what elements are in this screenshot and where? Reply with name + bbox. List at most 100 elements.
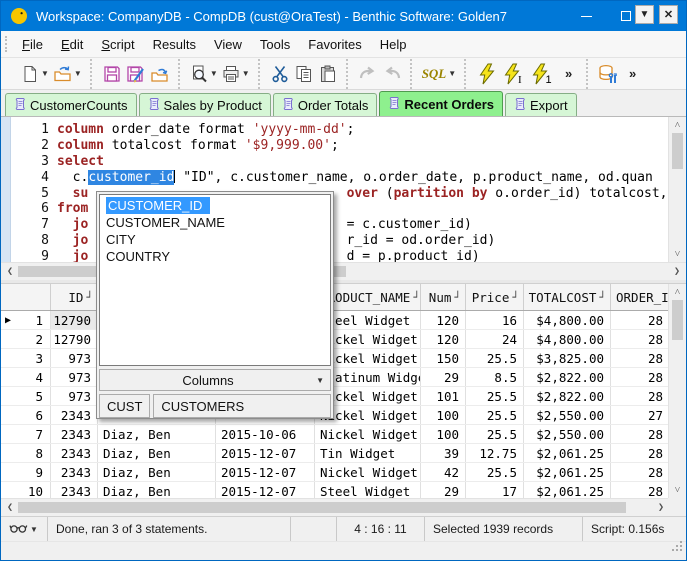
grid-cell[interactable]: Tin Widget [315,444,421,462]
menu-script[interactable]: Script [92,33,143,56]
grid-cell[interactable]: 2343 [51,406,98,424]
minimize-button[interactable] [566,1,606,31]
scroll-thumb[interactable] [672,300,683,340]
grid-cell[interactable]: 28 [611,349,670,367]
autocomplete-item[interactable]: COUNTRY [100,248,330,265]
grid-cell[interactable]: $3,825.00 [524,349,611,367]
menu-results[interactable]: Results [144,33,205,56]
grid-cell[interactable]: 101 [421,387,466,405]
scroll-left-icon[interactable]: ❮ [3,499,17,516]
scroll-right-icon[interactable]: ❯ [670,263,684,280]
run-script-button[interactable] [474,60,500,88]
grid-cell[interactable]: 12790 [51,330,98,348]
tab-list-dropdown-button[interactable]: ▼ [635,5,654,24]
status-watch-dropdown[interactable]: ▼ [1,517,47,541]
grid-cell[interactable]: 25.5 [466,463,524,481]
row-selector-cell[interactable]: 5 [1,387,51,405]
row-selector-cell[interactable]: 4 [1,368,51,386]
autocomplete-item[interactable]: CITY [100,231,330,248]
menu-edit[interactable]: Edit [52,33,92,56]
scroll-up-icon[interactable]: ˄ [669,285,686,299]
print-preview-button[interactable]: ▼ [188,60,220,88]
save-as-button[interactable] [124,60,148,88]
table-row[interactable]: 9 2343 Diaz, Ben 2015-12-07 Nickel Widget 42 2… [1,463,670,482]
save-button[interactable] [100,60,124,88]
row-selector-cell[interactable]: 7 [1,425,51,443]
scroll-left-icon[interactable]: ❮ [3,263,17,280]
autocomplete-list[interactable]: CUSTOMER_ID CUSTOMER_NAME CITY COUNTRY [99,194,331,366]
grid-cell[interactable]: 28 [611,387,670,405]
grid-cell[interactable]: 24 [466,330,524,348]
grid-cell[interactable]: 973 [51,387,98,405]
menu-view[interactable]: View [205,33,251,56]
grid-cell[interactable]: 29 [421,368,466,386]
grid-cell[interactable]: 2343 [51,463,98,481]
grid-cell[interactable]: Diaz, Ben [98,444,216,462]
editor-vertical-scrollbar[interactable]: ˄ ˅ [668,117,686,262]
grid-cell[interactable]: 8.5 [466,368,524,386]
row-selector-cell[interactable]: 9 [1,463,51,481]
grid-column-header[interactable]: Price ┘ [466,284,524,310]
db-tools-button[interactable] [596,60,620,88]
autocomplete-item[interactable]: CUSTOMER_NAME [100,214,330,231]
revert-button[interactable] [148,60,172,88]
grid-cell[interactable]: 39 [421,444,466,462]
grid-cell[interactable]: 28 [611,444,670,462]
scroll-down-icon[interactable]: ˅ [669,483,686,497]
toolbar-overflow-2-button[interactable]: » [620,60,644,88]
grid-cell[interactable]: 100 [421,406,466,424]
grid-cell[interactable]: $2,822.00 [524,387,611,405]
tab-order-totals[interactable]: Order Totals [272,93,378,116]
menu-favorites[interactable]: Favorites [299,33,370,56]
grid-cell[interactable]: 120 [421,311,466,329]
grid-cell[interactable]: 28 [611,311,670,329]
grid-cell[interactable]: 100 [421,425,466,443]
grid-cell[interactable]: 2343 [51,425,98,443]
grid-vertical-scrollbar[interactable]: ˄ ˅ [668,284,686,498]
copy-button[interactable] [292,60,316,88]
scroll-right-icon[interactable]: ❯ [654,499,668,516]
grid-cell[interactable]: 2015-12-07 [216,463,315,481]
grid-cell[interactable]: 28 [611,425,670,443]
autocomplete-category-dropdown[interactable]: Columns ▼ [99,369,331,391]
run-statement-button[interactable]: I [500,60,528,88]
grid-cell[interactable]: $4,800.00 [524,311,611,329]
redo-button[interactable] [356,60,380,88]
grid-cell[interactable]: 973 [51,349,98,367]
grid-cell[interactable]: 28 [611,368,670,386]
row-selector-cell[interactable]: ▶ 1 [1,311,51,329]
autocomplete-item[interactable]: CUSTOMER_ID [106,197,211,214]
grid-cell[interactable]: 973 [51,368,98,386]
table-row[interactable]: 8 2343 Diaz, Ben 2015-12-07 Tin Widget 39 12.7… [1,444,670,463]
grid-cell[interactable]: 25.5 [466,425,524,443]
menu-file[interactable]: File [13,33,52,56]
grid-cell[interactable]: 16 [466,311,524,329]
grid-cell[interactable]: 27 [611,406,670,424]
scroll-thumb[interactable] [672,133,683,169]
grid-cell[interactable]: $2,061.25 [524,463,611,481]
grid-cell[interactable]: 25.5 [466,387,524,405]
row-selector-cell[interactable]: 3 [1,349,51,367]
grid-cell[interactable]: $2,822.00 [524,368,611,386]
tab-export[interactable]: Export [505,93,577,116]
tab-sales-by-product[interactable]: Sales by Product [138,93,271,116]
row-selector-cell[interactable]: 6 [1,406,51,424]
grid-cell[interactable]: 12.75 [466,444,524,462]
cut-button[interactable] [268,60,292,88]
grid-cell[interactable]: $2,550.00 [524,425,611,443]
row-selector-cell[interactable]: 2 [1,330,51,348]
menu-help[interactable]: Help [371,33,416,56]
grid-cell[interactable]: 2015-10-06 [216,425,315,443]
grid-cell[interactable]: Diaz, Ben [98,425,216,443]
grid-cell[interactable]: Nickel Widget [315,425,421,443]
tab-customercounts[interactable]: CustomerCounts [5,93,137,116]
grid-cell[interactable]: 25.5 [466,406,524,424]
grid-cell[interactable]: 2015-12-07 [216,444,315,462]
grid-column-header[interactable]: TOTALCOST ┘ [524,284,611,310]
grid-horizontal-scrollbar[interactable]: ❮ ❯ [1,498,670,516]
grid-cell[interactable]: 150 [421,349,466,367]
grid-cell[interactable]: 25.5 [466,349,524,367]
grid-cell[interactable]: 120 [421,330,466,348]
menu-tools[interactable]: Tools [251,33,299,56]
grid-cell[interactable]: 28 [611,330,670,348]
